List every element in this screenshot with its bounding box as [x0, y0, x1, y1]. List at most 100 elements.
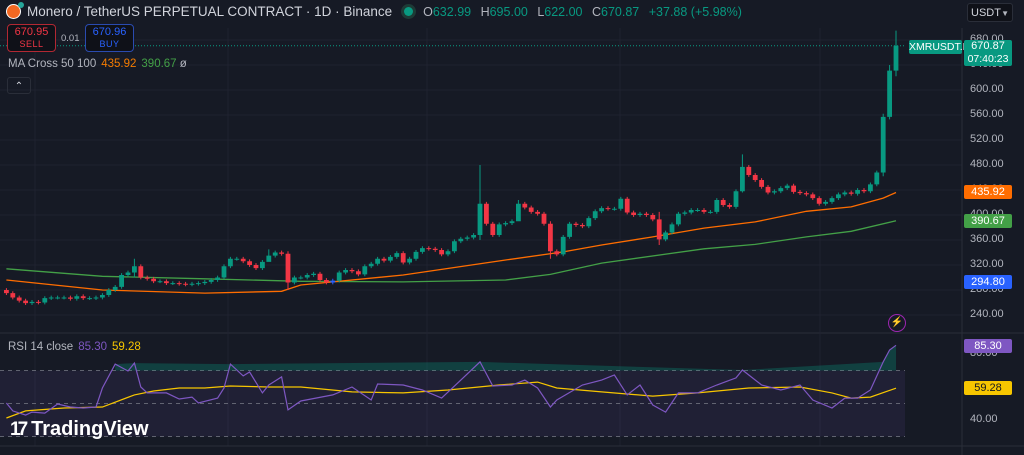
rsi-legend[interactable]: RSI 14 close 85.30 59.28 [8, 341, 141, 353]
buy-button[interactable]: 670.96 BUY [85, 24, 134, 52]
candle-body [656, 219, 662, 240]
candle-body [119, 275, 124, 287]
rsi-value: 85.30 [78, 341, 107, 353]
ma-cross-legend[interactable]: MA Cross 50 100 435.92 390.67 ø [8, 58, 187, 70]
candle-body [10, 293, 16, 298]
candle-body [618, 198, 624, 209]
collapse-legend-button[interactable]: ⌃ [7, 77, 31, 94]
candle-body [138, 266, 144, 278]
buy-label: BUY [99, 39, 120, 49]
candle-body [477, 203, 483, 235]
candle-body [272, 252, 278, 256]
open-label: O [423, 4, 433, 19]
candle-body [868, 184, 873, 192]
candle-body [848, 192, 854, 194]
currency-select[interactable]: USDT ▼ [967, 3, 1013, 22]
candle-body [509, 221, 515, 224]
candle-body [285, 253, 291, 283]
candle-body [176, 283, 182, 285]
tradingview-logo[interactable]: 17 TradingView [10, 418, 149, 441]
candle-body [560, 236, 566, 255]
symbol-price-tag: XMRUSDT.P [909, 40, 970, 54]
candle-body [439, 250, 444, 255]
high-value: 695.00 [489, 4, 528, 19]
candle-body [189, 283, 195, 285]
candle-body [458, 238, 464, 242]
candle-body [196, 283, 201, 285]
candle-body [4, 290, 9, 294]
price-axis-label: 360.00 [970, 233, 1004, 245]
candle-body [592, 211, 598, 219]
candle-body [68, 297, 73, 299]
candle-body [349, 270, 355, 272]
candle-body [708, 211, 713, 213]
candle-body [266, 255, 272, 262]
candle-body [663, 232, 668, 240]
rsi-axis-label: 40.00 [970, 413, 998, 425]
candle-body [317, 273, 323, 280]
candle-body [93, 297, 99, 299]
candle-body [535, 211, 540, 214]
candle-body [733, 191, 739, 207]
ma-cross-name: MA Cross 50 100 [8, 58, 97, 70]
candle-body [215, 277, 220, 280]
candle-body [752, 175, 758, 180]
candle-body [464, 237, 470, 239]
candle-body [356, 271, 361, 275]
candle-body [112, 286, 118, 290]
candle-body [855, 190, 860, 194]
ma-extra-value: ø [179, 58, 187, 70]
symbol-title[interactable]: Monero / TetherUS PERPETUAL CONTRACT · 1… [27, 4, 392, 19]
rsi-name: RSI 14 close [8, 341, 74, 353]
candle-body [580, 225, 585, 227]
candle-body [496, 224, 502, 235]
candle-body [362, 266, 368, 275]
candle-body [388, 256, 393, 261]
candle-body [688, 210, 694, 213]
candle-body [836, 194, 841, 199]
candle-body [554, 251, 560, 255]
candle-body [42, 298, 48, 303]
candle-body [740, 166, 745, 192]
sell-price: 670.95 [14, 26, 49, 38]
candle-body [746, 166, 752, 175]
price-axis-label: 560.00 [970, 108, 1004, 120]
market-open-status-icon [404, 7, 414, 16]
candle-body [631, 212, 636, 215]
candle-body [772, 191, 777, 193]
candle-body [208, 280, 214, 282]
candle-body [381, 258, 387, 261]
candle-body [586, 218, 592, 227]
candle-body [682, 212, 688, 214]
candle-body [29, 301, 35, 304]
candle-body [55, 297, 60, 299]
candle-body [861, 190, 867, 192]
rsi-overbought-fill [115, 345, 896, 371]
candle-body [644, 213, 649, 215]
sell-button[interactable]: 670.95 SELL [7, 24, 56, 52]
high-label: H [480, 4, 490, 19]
chevron-down-icon: ▼ [1001, 9, 1009, 18]
candle-body [260, 261, 265, 269]
candle-body [375, 258, 380, 264]
tradingview-mark-icon: 17 [10, 418, 28, 440]
candle-body [791, 185, 796, 192]
last-price: 670.87 [971, 40, 1005, 52]
candle-body [471, 235, 476, 238]
candle-body [144, 277, 150, 279]
candle-body [164, 281, 169, 284]
candle-body [170, 283, 176, 285]
candle-body [637, 213, 643, 215]
price-axis-label: 240.00 [970, 308, 1004, 320]
change-value: +37.88 (+5.98%) [648, 4, 742, 19]
candle-body [720, 200, 726, 205]
candle-body [599, 208, 604, 212]
bar-countdown: 07:40:23 [967, 52, 1009, 65]
candle-body [714, 200, 720, 212]
candle-body [842, 192, 848, 195]
price-axis-label: 520.00 [970, 133, 1004, 145]
candle-body [87, 298, 92, 300]
candle-body [420, 248, 425, 252]
close-label: C [592, 4, 602, 19]
lightning-icon[interactable]: ⚡ [888, 314, 906, 332]
